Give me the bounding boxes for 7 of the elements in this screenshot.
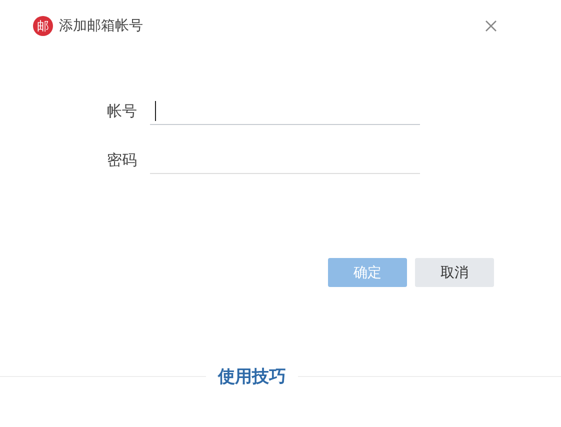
field-label: 帐号 bbox=[107, 102, 138, 122]
close-icon[interactable] bbox=[485, 20, 497, 32]
tips-heading[interactable]: 使用技巧 bbox=[206, 365, 298, 388]
mail-logo: 邮 bbox=[33, 16, 53, 36]
window-title: 添加邮箱帐号 bbox=[59, 17, 143, 35]
field-label: 密码 bbox=[107, 151, 138, 171]
cancel-button[interactable]: 取消 bbox=[415, 258, 494, 287]
